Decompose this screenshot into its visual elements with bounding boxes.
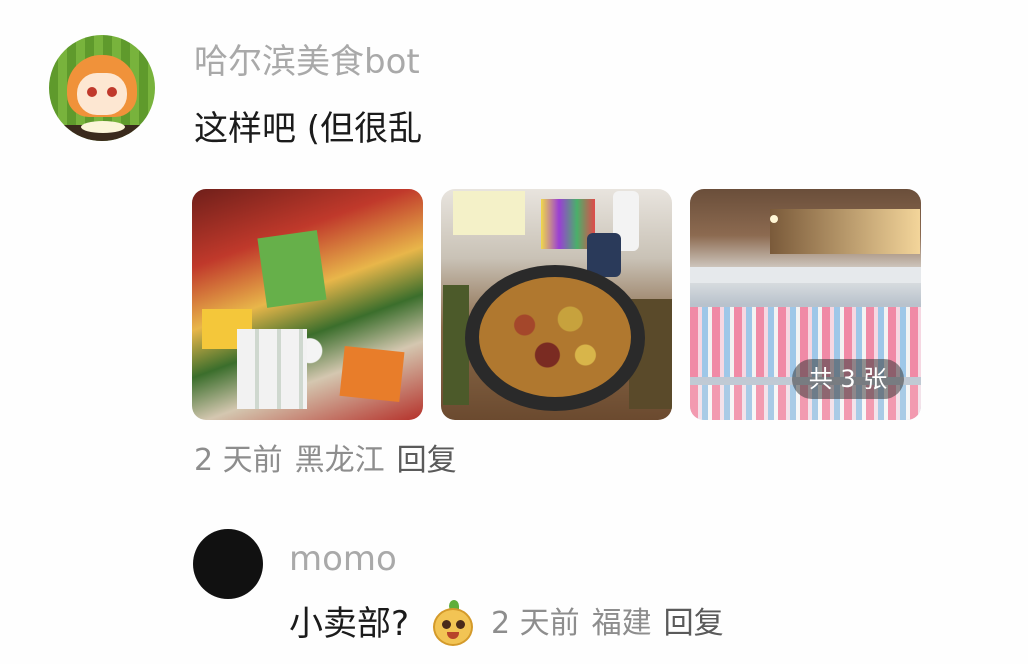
comment-meta: 2 天前 黑龙江 回复 xyxy=(194,440,457,482)
avatar-eye xyxy=(107,87,117,97)
avatar-plate xyxy=(81,121,125,133)
reply-row: 小卖部? 2 天前 福建 回复 xyxy=(289,600,724,648)
comment-time: 2 天前 xyxy=(194,443,283,478)
avatar-face xyxy=(77,73,127,115)
reply-reply-button[interactable]: 回复 xyxy=(664,606,724,641)
reply-button[interactable]: 回复 xyxy=(397,443,457,478)
comment-photo-3[interactable]: 共 3 张 xyxy=(690,189,921,420)
comment-location: 黑龙江 xyxy=(294,443,385,478)
reply-avatar[interactable] xyxy=(193,529,263,599)
reply-time: 2 天前 xyxy=(491,606,580,641)
photo-detail xyxy=(770,209,920,254)
photo-detail xyxy=(770,215,778,223)
bean-emoji-icon xyxy=(429,600,477,648)
avatar[interactable] xyxy=(49,35,155,141)
comment-photo-1[interactable] xyxy=(192,189,423,420)
reply-author[interactable]: momo xyxy=(289,537,397,581)
photo-detail xyxy=(453,191,525,235)
reply-meta: 2 天前 福建 回复 xyxy=(491,603,724,645)
comment-photo-2[interactable] xyxy=(441,189,672,420)
photo-detail xyxy=(339,346,405,402)
photo-detail xyxy=(587,233,621,277)
photo-detail xyxy=(479,277,631,397)
avatar-eye xyxy=(87,87,97,97)
photo-detail xyxy=(237,329,307,409)
comment-text: 这样吧 (但很乱 xyxy=(194,109,423,149)
photo-detail xyxy=(690,267,921,283)
photo-detail xyxy=(257,230,327,308)
reply-location: 福建 xyxy=(591,606,652,641)
reply-text: 小卖部? xyxy=(289,604,410,644)
comment-author[interactable]: 哈尔滨美食bot xyxy=(194,40,420,84)
photo-count-badge[interactable]: 共 3 张 xyxy=(792,359,904,399)
